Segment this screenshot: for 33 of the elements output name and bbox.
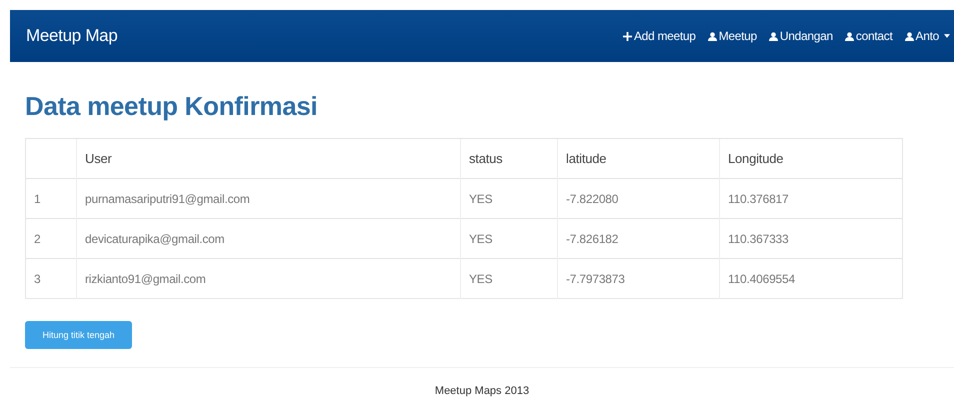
table-cell: rizkianto91@gmail.com [85, 272, 206, 286]
table-cell: 110.376817 [728, 192, 789, 206]
caret-icon [944, 34, 950, 38]
row-number: 3 [34, 272, 40, 286]
table-cell: 110.367333 [728, 232, 789, 246]
column-header: status [469, 151, 502, 166]
table-cell: -7.822080 [566, 192, 618, 206]
row-number: 1 [34, 192, 40, 206]
user-icon [844, 32, 854, 40]
page-heading: Data meetup Konfirmasi [25, 90, 318, 122]
nav-link[interactable]: Undangan [768, 29, 833, 43]
nav-link[interactable]: Add meetup [622, 29, 696, 43]
table-cell: 110.4069554 [728, 272, 795, 286]
brand-title[interactable]: Meetup Map [26, 26, 118, 46]
footer-text: Meetup Maps 2013 [434, 385, 530, 397]
nav-link[interactable]: contact [844, 29, 892, 43]
account-menu[interactable]: Anto [904, 29, 950, 43]
nav-link[interactable]: Meetup [708, 29, 757, 43]
table-cell: purnamasariputri91@gmail.com [85, 192, 250, 206]
plus-icon [622, 32, 632, 40]
column-header: Longitude [728, 151, 784, 166]
table-cell: -7.7973873 [566, 272, 625, 286]
user-icon [708, 32, 717, 40]
table-cell: YES [469, 272, 492, 286]
row-number: 2 [34, 232, 40, 246]
table-cell: -7.826182 [566, 232, 618, 246]
column-header: User [85, 151, 112, 166]
user-icon [904, 32, 914, 40]
table-cell: devicaturapika@gmail.com [85, 232, 224, 246]
table-cell: YES [469, 192, 492, 206]
user-icon [768, 32, 778, 40]
column-header: latitude [566, 151, 606, 166]
table-cell: YES [469, 232, 492, 246]
